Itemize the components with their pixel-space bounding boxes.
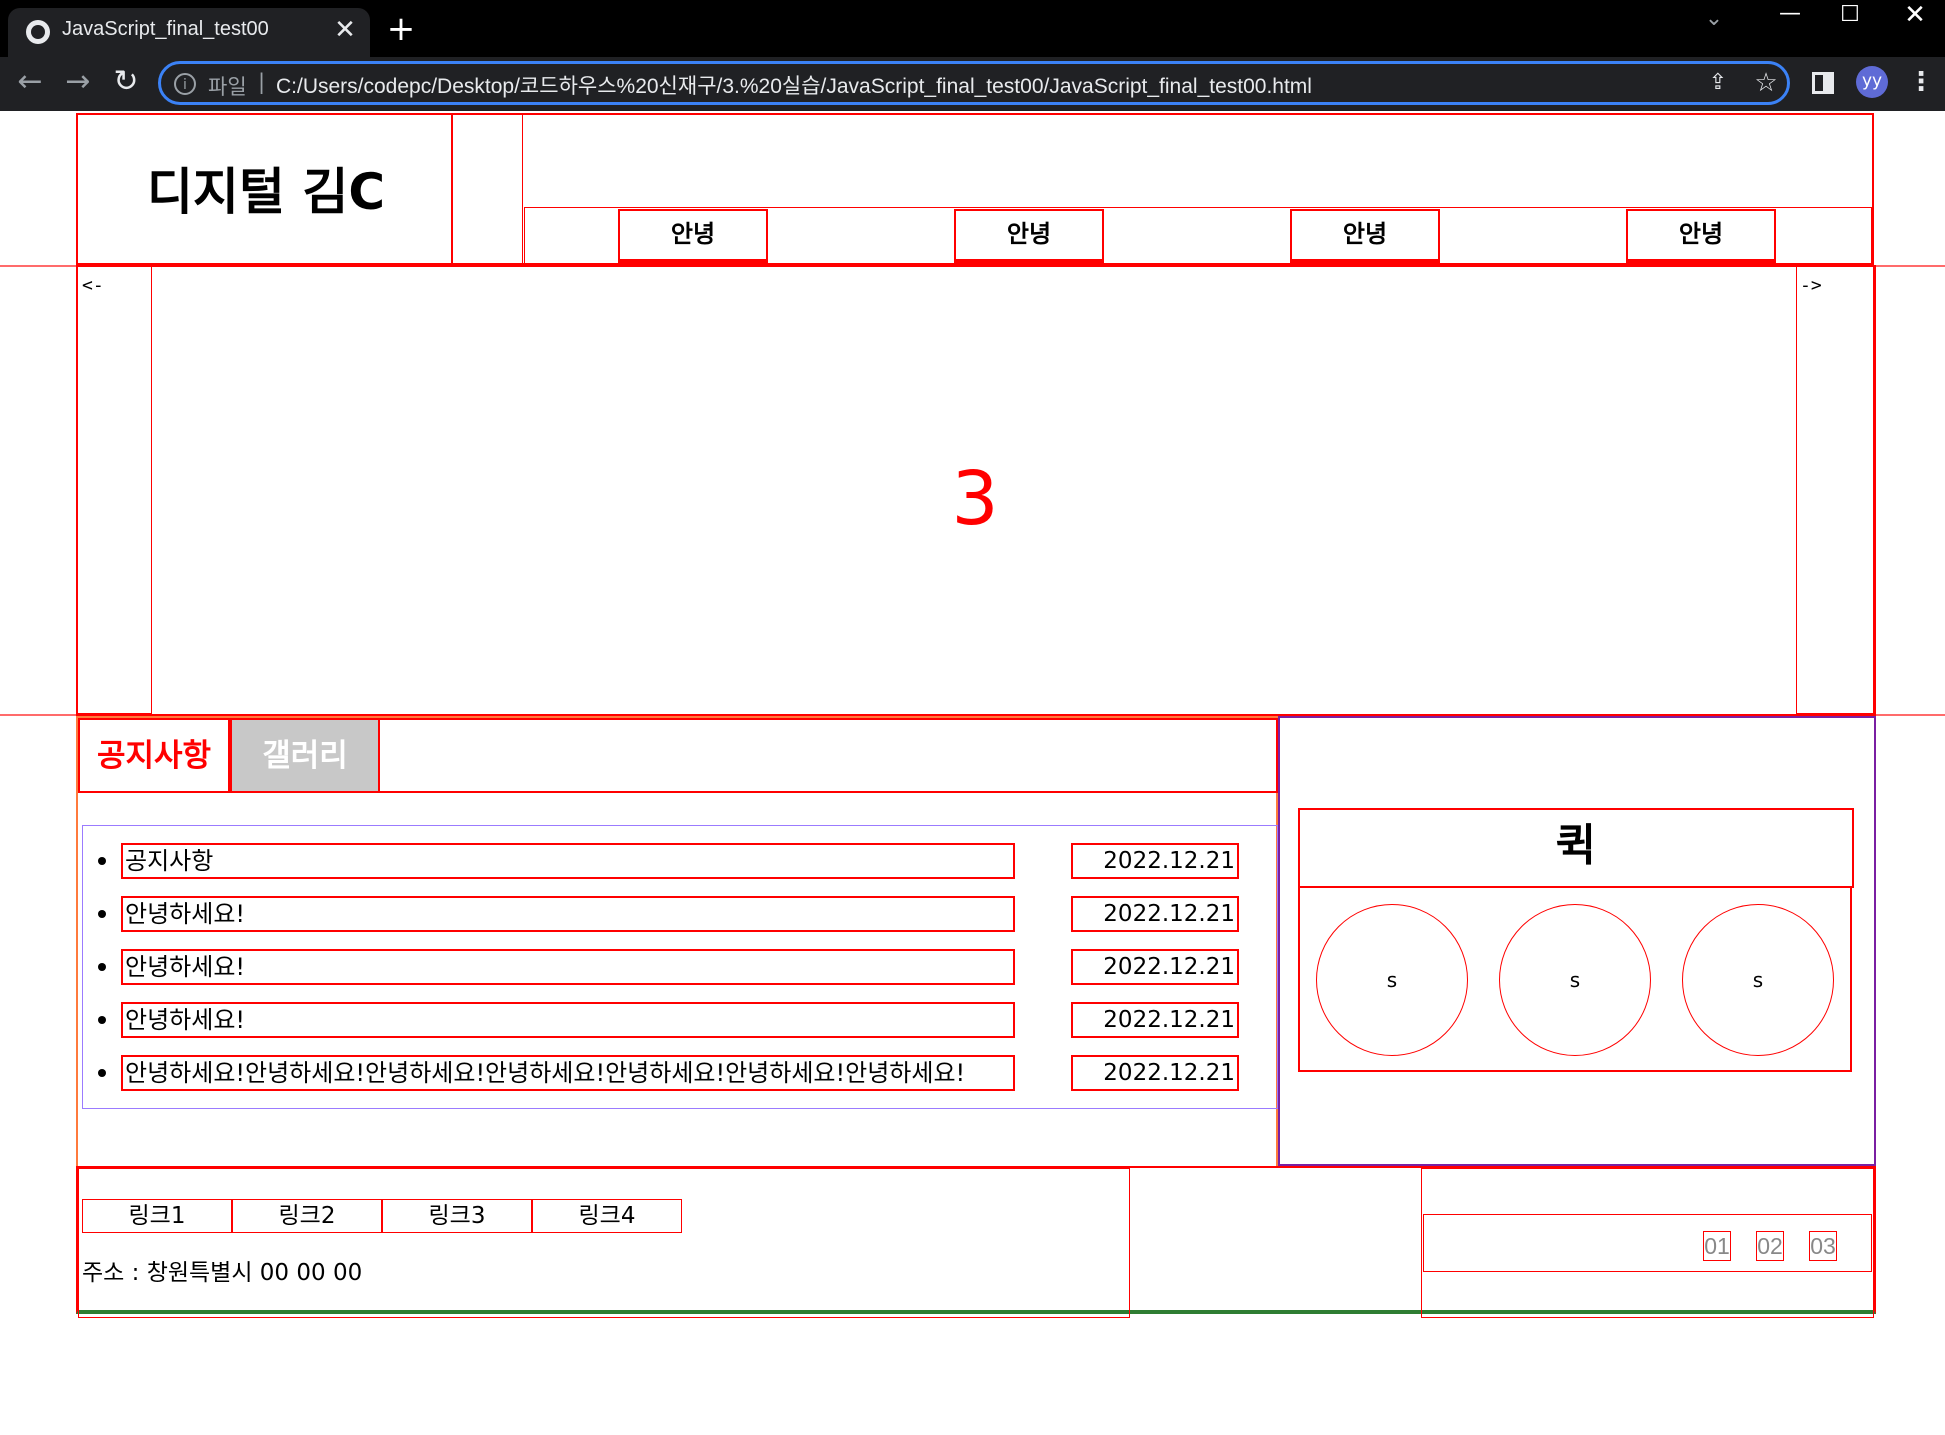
- page-button-2[interactable]: 02: [1756, 1231, 1784, 1261]
- slider-next-button[interactable]: ->: [1800, 276, 1840, 296]
- list-bullet: [98, 857, 106, 865]
- footer-link-2[interactable]: 링크2: [232, 1199, 382, 1233]
- notice-date: 2022.12.21: [1071, 1002, 1239, 1038]
- page-button-1[interactable]: 01: [1703, 1231, 1731, 1261]
- list-bullet: [98, 1069, 106, 1077]
- notice-date: 2022.12.21: [1071, 1055, 1239, 1091]
- tab-notice[interactable]: 공지사항: [78, 718, 230, 793]
- tab-gallery[interactable]: 갤러리: [230, 718, 380, 793]
- quick-item[interactable]: s: [1316, 904, 1468, 1056]
- quick-item[interactable]: s: [1499, 904, 1651, 1056]
- footer-pager: [1423, 1214, 1872, 1272]
- nav-item-4[interactable]: 안녕: [1626, 209, 1776, 263]
- globe-icon: [26, 20, 50, 44]
- star-icon[interactable]: ☆: [1752, 68, 1780, 98]
- notice-title[interactable]: 안녕하세요!: [121, 896, 1015, 932]
- slider-prev-button[interactable]: <-: [82, 276, 122, 296]
- list-bullet: [98, 963, 106, 971]
- info-icon[interactable]: i: [174, 73, 196, 95]
- notice-date: 2022.12.21: [1071, 949, 1239, 985]
- footer-link-4[interactable]: 링크4: [532, 1199, 682, 1233]
- close-window-icon[interactable]: ✕: [1895, 0, 1935, 30]
- maximize-icon[interactable]: ☐: [1830, 0, 1870, 30]
- slide-number: 3: [951, 456, 999, 542]
- minimize-icon[interactable]: —: [1770, 0, 1810, 30]
- forward-icon[interactable]: →: [60, 62, 96, 102]
- close-icon[interactable]: ✕: [332, 16, 358, 44]
- back-icon[interactable]: ←: [12, 62, 48, 102]
- notice-date: 2022.12.21: [1071, 843, 1239, 879]
- logo-spacer: [452, 113, 523, 265]
- notice-title[interactable]: 안녕하세요!안녕하세요!안녕하세요!안녕하세요!안녕하세요!안녕하세요!안녕하세…: [121, 1055, 1015, 1091]
- page-button-3[interactable]: 03: [1809, 1231, 1837, 1261]
- nav-item-2[interactable]: 안녕: [954, 209, 1104, 263]
- share-icon[interactable]: ⇪: [1704, 70, 1732, 98]
- list-bullet: [98, 910, 106, 918]
- notice-title[interactable]: 안녕하세요!: [121, 1002, 1015, 1038]
- file-label: 파일: [208, 75, 247, 99]
- quick-item[interactable]: s: [1682, 904, 1834, 1056]
- footer-info: [78, 1168, 1130, 1318]
- avatar[interactable]: yy: [1856, 66, 1888, 98]
- url-separator: |: [258, 70, 266, 94]
- list-bullet: [98, 1016, 106, 1024]
- slider-prev-area[interactable]: [77, 266, 152, 714]
- notice-title[interactable]: 공지사항: [121, 843, 1015, 879]
- notice-title[interactable]: 안녕하세요!: [121, 949, 1015, 985]
- nav-item-3[interactable]: 안녕: [1290, 209, 1440, 263]
- footer-link-1[interactable]: 링크1: [82, 1199, 232, 1233]
- quick-title: 퀵: [1555, 820, 1597, 871]
- nav-item-1[interactable]: 안녕: [618, 209, 768, 263]
- notice-date: 2022.12.21: [1071, 896, 1239, 932]
- logo[interactable]: 디지털 김C: [86, 162, 446, 222]
- reload-icon[interactable]: ↻: [108, 62, 144, 102]
- slider-next-area[interactable]: [1796, 266, 1874, 714]
- tab-title: JavaScript_final_test00: [62, 18, 269, 40]
- side-panel-icon[interactable]: [1812, 72, 1834, 94]
- chevron-down-icon[interactable]: ⌄: [1700, 6, 1728, 31]
- footer-link-3[interactable]: 링크3: [382, 1199, 532, 1233]
- footer-address: 주소 : 창원특별시 00 00 00: [82, 1260, 363, 1286]
- url-text[interactable]: C:/Users/codepc/Desktop/코드하우스%20신재구/3.%2…: [276, 70, 1676, 98]
- plus-icon[interactable]: +: [384, 12, 418, 48]
- kebab-menu-icon[interactable]: ⋮: [1908, 66, 1934, 100]
